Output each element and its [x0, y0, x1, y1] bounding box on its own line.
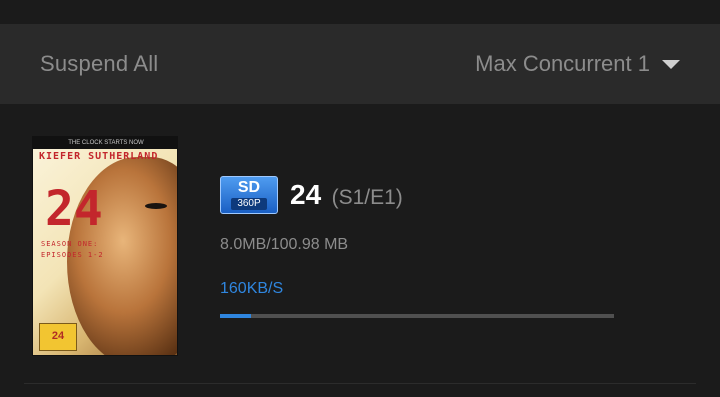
sd-quality-badge: SD 360P [220, 176, 278, 214]
title-row: SD 360P 24 (S1/E1) [220, 176, 403, 214]
download-size: 8.0MB/100.98 MB [220, 236, 349, 253]
status-bar-area [0, 0, 720, 24]
download-progress-fill [220, 314, 252, 318]
max-concurrent-dropdown[interactable]: Max Concurrent 1 [475, 24, 680, 104]
poster-season-line1: SEASON ONE: [41, 240, 99, 248]
item-title: 24 [290, 179, 322, 210]
poster-season-text: SEASON ONE: EPISODES 1-2 [41, 239, 104, 261]
download-list-item[interactable]: THE CLOCK STARTS NOW KIEFER SUTHERLAND 2… [0, 104, 720, 384]
download-toolbar: Suspend All Max Concurrent 1 [0, 24, 720, 104]
poster-thumbnail: THE CLOCK STARTS NOW KIEFER SUTHERLAND 2… [32, 136, 178, 356]
title-block: 24 (S1/E1) [290, 179, 403, 211]
poster-eye-art [145, 203, 167, 209]
poster-actor-name: KIEFER SUTHERLAND [39, 151, 159, 162]
poster-title-art: 24 [45, 181, 103, 237]
download-progress-bar [220, 314, 614, 318]
suspend-all-label: Suspend All [40, 51, 159, 76]
download-info: SD 360P 24 (S1/E1) 8.0MB/100.98 MB 160KB… [220, 176, 403, 298]
list-divider [24, 383, 696, 384]
suspend-all-button[interactable]: Suspend All [40, 24, 158, 104]
episode-label: (S1/E1) [331, 186, 403, 209]
max-concurrent-label: Max Concurrent 1 [475, 51, 650, 76]
download-speed: 160KB/S [220, 280, 284, 297]
quality-label: SD [237, 179, 261, 196]
poster-season-line2: EPISODES 1-2 [41, 251, 104, 259]
poster-tagline: THE CLOCK STARTS NOW [33, 137, 177, 149]
resolution-label: 360P [231, 198, 267, 210]
caret-down-icon [662, 59, 680, 69]
poster-badge: 24 [39, 323, 77, 351]
